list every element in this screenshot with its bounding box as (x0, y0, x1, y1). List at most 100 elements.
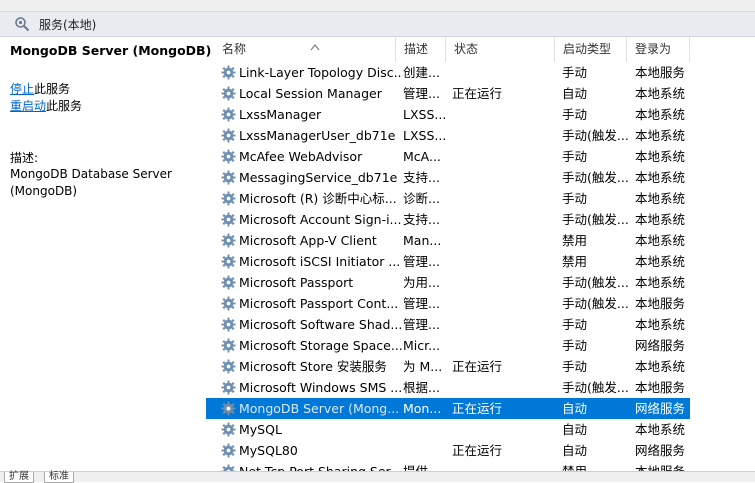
service-name: Microsoft Software Shad... (239, 314, 403, 335)
service-logon-as: 本地服务 (635, 293, 690, 314)
column-startup-label: 启动类型 (563, 42, 611, 56)
service-row[interactable]: Microsoft Storage Space...Micr...手动网络服务 (206, 335, 690, 356)
service-description: McA... (403, 146, 446, 167)
gear-icon (221, 380, 236, 395)
service-row[interactable]: LxssManagerUser_db71eLXSS...手动(触发...本地系统 (206, 125, 690, 146)
service-logon-as: 本地系统 (635, 356, 690, 377)
service-row[interactable]: MySQL自动本地系统 (206, 419, 690, 440)
services-list[interactable]: 名称 描述 状态 启动类型 登录为 Link-Layer Topology Di… (206, 37, 755, 471)
service-description: 支持... (403, 209, 446, 230)
service-name: Microsoft App-V Client (239, 230, 403, 251)
stop-action: 停止此服务 (10, 80, 70, 97)
column-header-name[interactable]: 名称 (214, 37, 396, 62)
service-row[interactable]: MySQL80正在运行自动网络服务 (206, 440, 690, 461)
service-description: 为 M... (403, 356, 446, 377)
gear-icon (221, 254, 236, 269)
service-startup-type: 自动 (562, 83, 632, 104)
service-startup-type: 手动(触发... (562, 167, 632, 188)
service-row[interactable]: Microsoft Passport Cont...管理...手动(触发...本… (206, 293, 690, 314)
service-row[interactable]: Microsoft Passport为用...手动(触发...本地系统 (206, 272, 690, 293)
service-row[interactable]: Microsoft App-V ClientMan...禁用本地系统 (206, 230, 690, 251)
sort-ascending-icon (310, 37, 320, 45)
service-name: MessagingService_db71e (239, 167, 403, 188)
service-logon-as: 网络服务 (635, 440, 690, 461)
gear-icon (221, 401, 236, 416)
service-name: Net.Tcp Port Sharing Ser... (239, 461, 403, 471)
column-header-desc[interactable]: 描述 (396, 37, 446, 62)
service-startup-type: 手动 (562, 62, 632, 83)
service-status (452, 272, 552, 293)
service-name: Microsoft Storage Space... (239, 335, 403, 356)
service-logon-as: 本地系统 (635, 83, 690, 104)
service-name: MongoDB Server (Mong... (239, 398, 403, 419)
service-name: Microsoft iSCSI Initiator ... (239, 251, 403, 272)
service-row[interactable]: Microsoft Software Shad...管理...手动本地系统 (206, 314, 690, 335)
service-description: 诊断... (403, 188, 446, 209)
tab-standard[interactable]: 标准 (44, 472, 74, 483)
service-status (452, 104, 552, 125)
gear-icon (221, 128, 236, 143)
gear-icon (221, 86, 236, 101)
service-status (452, 314, 552, 335)
stop-service-link[interactable]: 停止 (10, 82, 34, 96)
service-row[interactable]: Local Session Manager管理...正在运行自动本地系统 (206, 83, 690, 104)
service-name: McAfee WebAdvisor (239, 146, 403, 167)
selected-service-name: MongoDB Server (MongoDB) (10, 43, 211, 58)
tab-extended[interactable]: 扩展 (4, 472, 34, 483)
column-status-label: 状态 (454, 42, 478, 56)
service-name: Microsoft (R) 诊断中心标... (239, 188, 403, 209)
column-header-startup[interactable]: 启动类型 (555, 37, 627, 62)
service-logon-as: 本地系统 (635, 188, 690, 209)
service-row[interactable]: McAfee WebAdvisorMcA...手动本地系统 (206, 146, 690, 167)
service-row[interactable]: Net.Tcp Port Sharing Ser...提供...禁用本地服务 (206, 461, 690, 471)
stop-suffix: 此服务 (34, 82, 70, 96)
restart-service-link[interactable]: 重启动 (10, 99, 46, 113)
gear-icon (221, 359, 236, 374)
service-row[interactable]: Microsoft iSCSI Initiator ...管理...禁用本地系统 (206, 251, 690, 272)
gear-icon (221, 422, 236, 437)
service-startup-type: 禁用 (562, 230, 632, 251)
service-logon-as: 本地服务 (635, 377, 690, 398)
service-description: 管理... (403, 314, 446, 335)
service-name: LxssManager (239, 104, 403, 125)
column-header-status[interactable]: 状态 (446, 37, 555, 62)
service-row[interactable]: MongoDB Server (Mong...Mon...正在运行自动网络服务 (206, 398, 690, 419)
restart-action: 重启动此服务 (10, 97, 82, 114)
gear-icon (221, 317, 236, 332)
service-logon-as: 网络服务 (635, 335, 690, 356)
service-name: Microsoft Store 安装服务 (239, 356, 403, 377)
gear-icon (221, 275, 236, 290)
service-status (452, 167, 552, 188)
service-startup-type: 手动 (562, 356, 632, 377)
service-row[interactable]: MessagingService_db71e支持...手动(触发...本地系统 (206, 167, 690, 188)
service-startup-type: 自动 (562, 419, 632, 440)
service-logon-as: 本地系统 (635, 146, 690, 167)
service-description: 管理... (403, 251, 446, 272)
service-startup-type: 手动 (562, 335, 632, 356)
service-name: LxssManagerUser_db71e (239, 125, 403, 146)
service-row[interactable]: LxssManagerLXSS...手动本地系统 (206, 104, 690, 125)
service-row[interactable]: Microsoft Windows SMS ...根据...手动(触发...本地… (206, 377, 690, 398)
service-description: 创建... (403, 62, 446, 83)
service-row[interactable]: Microsoft Store 安装服务为 M...正在运行手动本地系统 (206, 356, 690, 377)
service-row[interactable]: Link-Layer Topology Disc...创建...手动本地服务 (206, 62, 690, 83)
service-description: 支持... (403, 167, 446, 188)
service-logon-as: 本地系统 (635, 251, 690, 272)
service-logon-as: 本地系统 (635, 272, 690, 293)
service-row[interactable]: Microsoft (R) 诊断中心标...诊断... 手动本地系统 (206, 188, 690, 209)
service-startup-type: 手动(触发... (562, 293, 632, 314)
service-detail-pane: MongoDB Server (MongoDB) 停止此服务 重启动此服务 描述… (0, 37, 206, 481)
service-logon-as: 本地系统 (635, 209, 690, 230)
service-row[interactable]: Microsoft Account Sign-i...支持...手动(触发...… (206, 209, 690, 230)
gear-icon (221, 149, 236, 164)
column-header-logon[interactable]: 登录为 (627, 37, 690, 62)
service-status (452, 461, 552, 471)
service-startup-type: 手动 (562, 188, 632, 209)
panel-title: 服务(本地) (39, 16, 96, 33)
service-name: MySQL (239, 419, 403, 440)
service-description: LXSS... (403, 104, 446, 125)
service-status (452, 230, 552, 251)
service-status (452, 419, 552, 440)
column-logon-label: 登录为 (635, 42, 671, 56)
gear-icon (221, 233, 236, 248)
